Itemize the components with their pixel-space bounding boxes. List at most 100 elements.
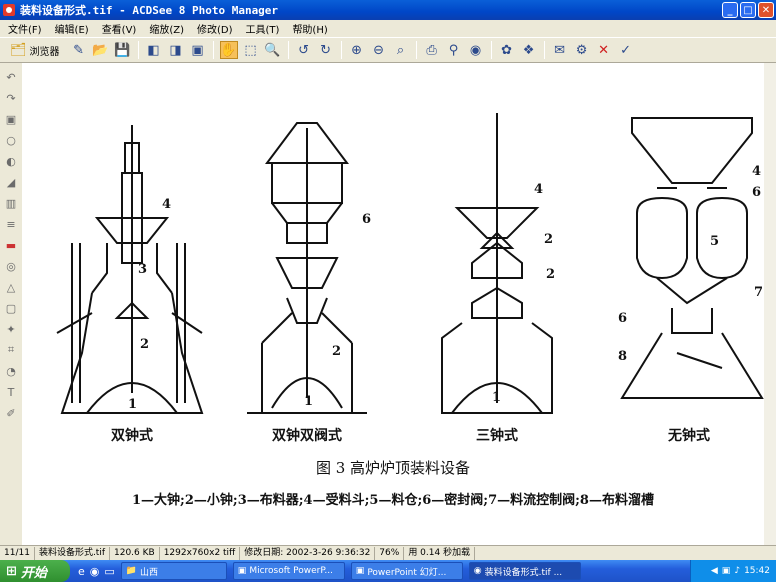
task-label: 装料设备形式.tif ... (484, 567, 563, 578)
eye-icon[interactable]: ◎ (3, 258, 19, 274)
close-button[interactable]: ✕ (758, 2, 774, 18)
double-bell-drawing (56, 125, 204, 414)
callout-1-c: 1 (492, 390, 501, 405)
slideshow-icon[interactable]: ▣ (189, 41, 207, 59)
status-size: 120.6 KB (110, 546, 160, 560)
volume-icon[interactable]: ♪ (734, 566, 740, 576)
minimize-button[interactable]: _ (722, 2, 738, 18)
contrast-icon[interactable]: ◐ (3, 153, 19, 169)
zoom-out-icon[interactable]: ⊖ (370, 41, 388, 59)
prev-image-icon[interactable]: ◧ (145, 41, 163, 59)
share-icon[interactable]: ⚲ (445, 41, 463, 59)
task-powerpoint[interactable]: ▣ Microsoft PowerP... (232, 562, 345, 580)
figure-caption: 图 3 高炉炉顶装料设备 (315, 459, 471, 477)
histogram-icon[interactable]: ▥ (3, 195, 19, 211)
burn-icon[interactable]: ◉ (467, 41, 485, 59)
callout-1-b: 1 (304, 394, 313, 409)
menu-modify[interactable]: 修改(D) (197, 21, 233, 36)
next-image-icon[interactable]: ◨ (167, 41, 185, 59)
folder-icon: 📁 (125, 566, 138, 576)
desktop-icon[interactable]: ▭ (104, 565, 114, 578)
taskbar: ⊞ 开始 e ◉ ▭ 📁 山西 ▣ Microsoft PowerP... ▣ Pow… (0, 560, 776, 582)
rotate-right-icon[interactable]: ↻ (317, 41, 335, 59)
delete-icon[interactable]: ✕ (595, 41, 613, 59)
zoom-in-icon[interactable]: ⊕ (348, 41, 366, 59)
select-tool-icon[interactable]: ⬚ (242, 41, 260, 59)
label-triple-bell: 三钟式 (476, 428, 518, 444)
task-acdsee[interactable]: ◉ 装料设备形式.tif ... (468, 562, 581, 580)
start-label: 开始 (20, 565, 47, 581)
figure-legend: 1—大钟;2—小钟;3—布料器;4—受料斗;5—料仓;6—密封阀;7—料流控制阀… (132, 493, 654, 508)
browser-icon: 🗂 (10, 42, 27, 58)
rotate-left-icon[interactable]: ↺ (295, 41, 313, 59)
text-icon[interactable]: T (3, 384, 19, 400)
maximize-button[interactable]: □ (740, 2, 756, 18)
exposure-icon[interactable]: ○ (3, 132, 19, 148)
task-folder[interactable]: 📁 山西 (120, 562, 227, 580)
clock: 15:42 (744, 566, 770, 576)
frame-icon[interactable]: ▢ (3, 300, 19, 316)
back-icon[interactable]: ◀ (711, 566, 718, 576)
browse-button[interactable]: 🗂 浏览器 (10, 43, 60, 58)
status-index: 11/11 (0, 546, 35, 560)
bell-less-drawing (620, 117, 764, 399)
menu-bar: 文件(F) 编辑(E) 查看(V) 缩放(Z) 修改(D) 工具(T) 帮助(H… (0, 20, 776, 37)
callout-6-b: 6 (362, 212, 371, 227)
acdsee-window: 装料设备形式.tif - ACDSee 8 Photo Manager _ □ … (0, 0, 776, 582)
menu-help[interactable]: 帮助(H) (292, 21, 327, 36)
vertical-scrollbar[interactable] (764, 63, 776, 545)
zoom-tool-icon[interactable]: 🔍 (264, 41, 282, 59)
levels-icon[interactable]: ◢ (3, 174, 19, 190)
menu-tools[interactable]: 工具(T) (246, 21, 280, 36)
task-label: 山西 (140, 567, 159, 578)
image-canvas[interactable]: 1 2 3 4 1 2 6 1 2 2 4 4 5 6 6 7 8 双钟式 双钟… (22, 63, 764, 545)
email-icon[interactable]: ✉ (551, 41, 569, 59)
zoom-fit-icon[interactable]: ⌕ (392, 41, 410, 59)
acdsee-task-icon: ◉ (473, 566, 482, 576)
sharpen-icon[interactable]: △ (3, 279, 19, 295)
properties-icon[interactable]: ⚙ (573, 41, 591, 59)
palette-icon[interactable]: ▬ (3, 237, 19, 253)
open-icon[interactable]: 📂 (92, 41, 110, 59)
rename-icon[interactable]: ✓ (617, 41, 635, 59)
color-icon[interactable]: ✿ (498, 41, 516, 59)
callout-2-a: 2 (140, 337, 149, 352)
ie-icon[interactable]: e (78, 565, 85, 578)
toolbar: 🗂 浏览器 ✎ 📂 💾 ◧ ◨ ▣ ✋ ⬚ 🔍 ↺ ↻ ⊕ ⊖ ⌕ ⎙ ⚲ ◉ … (0, 37, 776, 63)
network-icon[interactable]: ▣ (722, 566, 731, 576)
edit-icon[interactable]: ✎ (70, 41, 88, 59)
save-icon[interactable]: 💾 (114, 41, 132, 59)
triple-bell-drawing (441, 113, 553, 414)
label-bell-less: 无钟式 (668, 428, 710, 444)
list-icon[interactable]: ≡ (3, 216, 19, 232)
callout-5-d: 5 (710, 234, 719, 249)
menu-view[interactable]: 查看(V) (102, 21, 137, 36)
acdsee-icon[interactable]: ❖ (520, 41, 538, 59)
draw-icon[interactable]: ✐ (3, 405, 19, 421)
menu-zoom[interactable]: 缩放(Z) (149, 21, 184, 36)
menu-file[interactable]: 文件(F) (8, 21, 42, 36)
redo-icon[interactable]: ↷ (3, 90, 19, 106)
window-title: 装料设备形式.tif - ACDSee 8 Photo Manager (20, 4, 279, 17)
callout-4-d: 4 (752, 164, 761, 179)
callout-7-d: 7 (754, 285, 763, 300)
browse-label: 浏览器 (29, 46, 60, 58)
start-button[interactable]: ⊞ 开始 (0, 560, 70, 582)
redeye-icon[interactable]: ◔ (3, 363, 19, 379)
status-file: 装料设备形式.tif (35, 546, 110, 560)
crop-icon[interactable]: ▣ (3, 111, 19, 127)
task-slideshow[interactable]: ▣ PowerPoint 幻灯... (350, 562, 463, 580)
media-icon[interactable]: ◉ (90, 565, 100, 578)
windows-logo-icon: ⊞ (6, 563, 17, 579)
callout-2-b: 2 (332, 344, 341, 359)
undo-icon[interactable]: ↶ (3, 69, 19, 85)
callout-4-a: 4 (162, 197, 171, 212)
title-bar: 装料设备形式.tif - ACDSee 8 Photo Manager _ □ … (0, 0, 776, 20)
powerpoint-icon: ▣ (237, 566, 247, 576)
resize-icon[interactable]: ⌗ (3, 342, 19, 358)
hand-tool-icon[interactable]: ✋ (219, 41, 238, 59)
system-tray: ◀ ▣ ♪ 15:42 (690, 560, 776, 582)
print-icon[interactable]: ⎙ (423, 41, 441, 59)
effects-icon[interactable]: ✦ (3, 321, 19, 337)
menu-edit[interactable]: 编辑(E) (55, 21, 89, 36)
